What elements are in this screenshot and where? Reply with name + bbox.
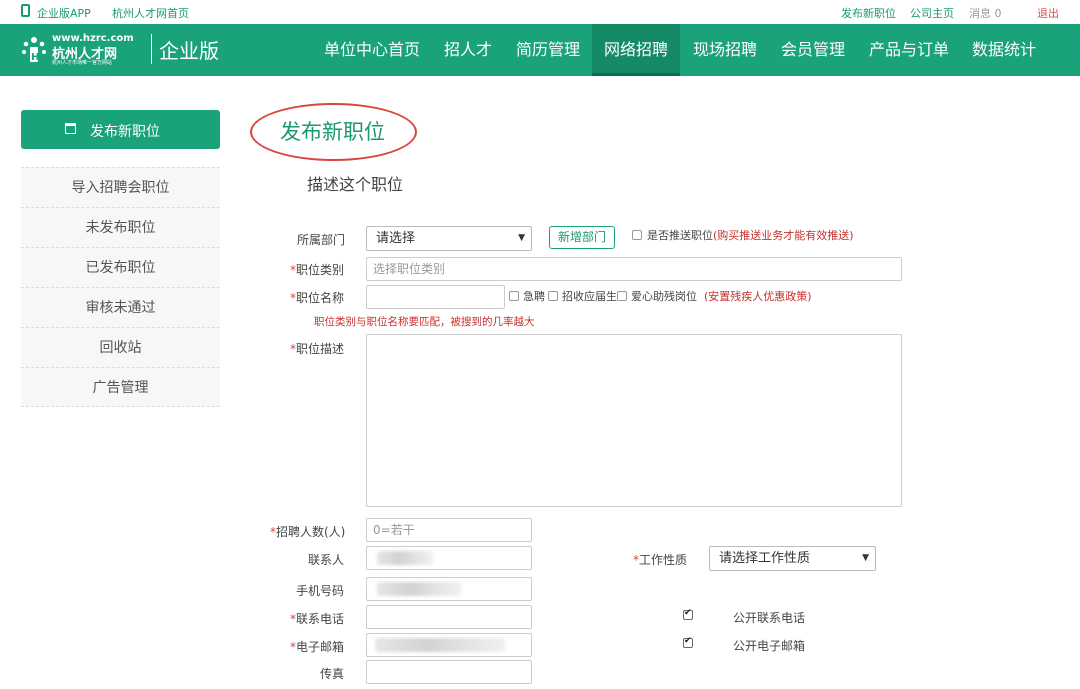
enterprise-app-link[interactable]: 企业版APP	[37, 5, 91, 21]
sidebar-item-unpublished-jobs[interactable]: 未发布职位	[21, 207, 220, 247]
push-job-note: (购买推送业务才能有效推送)	[713, 229, 854, 242]
mobile-input[interactable]	[366, 577, 532, 601]
fresh-grad-label: 招收应届生	[562, 290, 617, 303]
category-input[interactable]: 选择职位类别	[366, 257, 902, 281]
sidebar-post-job-button[interactable]: 发布新职位	[21, 110, 220, 149]
phone-label-text: 联系电话	[296, 612, 345, 626]
add-department-button[interactable]: 新增部门	[549, 226, 615, 249]
headcount-label-text: 招聘人数(人)	[276, 525, 346, 539]
logout-link[interactable]: 退出	[1037, 5, 1059, 21]
department-select-value: 请选择	[376, 231, 416, 246]
fax-input[interactable]	[366, 660, 532, 684]
work-type-label: *工作性质	[633, 551, 687, 568]
disabled-friendly-checkbox[interactable]	[617, 291, 627, 301]
disabled-friendly-label: 爱心助残岗位	[631, 290, 697, 303]
nav-item-unit-home[interactable]: 单位中心首页	[324, 24, 420, 76]
urgent-label: 急聘	[523, 290, 545, 303]
nav-item-products-orders[interactable]: 产品与订单	[869, 24, 949, 76]
redacted-email	[375, 638, 505, 652]
phone-label: *联系电话	[290, 610, 344, 627]
calendar-icon	[65, 123, 76, 134]
header: H www.hzrc.com 杭州人才网 杭州人才市场唯一官方网站 企业版 单位…	[0, 24, 1080, 76]
svg-text:H: H	[31, 52, 39, 63]
sidebar-list: 导入招聘会职位 未发布职位 已发布职位 审核未通过 回收站 广告管理	[21, 167, 220, 407]
public-email-checkbox[interactable]	[683, 636, 693, 648]
push-job-checkbox[interactable]	[632, 230, 642, 240]
redacted-mobile	[377, 582, 461, 596]
contact-label: 联系人	[308, 553, 345, 567]
nav-item-statistics[interactable]: 数据统计	[972, 24, 1036, 76]
phone-input[interactable]	[366, 605, 532, 629]
nav-item-member-management[interactable]: 会员管理	[781, 24, 845, 76]
job-name-label-text: 职位名称	[296, 291, 345, 305]
email-label-text: 电子邮箱	[296, 640, 345, 654]
chevron-down-icon: ▼	[862, 553, 869, 563]
nav-item-online-recruitment[interactable]: 网络招聘	[592, 24, 681, 76]
mobile-label: 手机号码	[296, 584, 345, 598]
email-label: *电子邮箱	[290, 638, 344, 655]
work-type-select-value: 请选择工作性质	[719, 551, 811, 566]
post-job-link[interactable]: 发布新职位	[841, 5, 896, 21]
messages-link[interactable]: 消息 0	[969, 5, 1002, 21]
headcount-label: *招聘人数(人)	[270, 523, 345, 540]
public-phone-checkbox[interactable]	[683, 608, 693, 620]
page-subtitle: 描述这个职位	[307, 175, 404, 194]
contact-input[interactable]	[366, 546, 532, 570]
description-textarea[interactable]	[366, 334, 902, 507]
logo-slogan: 杭州人才市场唯一官方网站	[52, 60, 113, 66]
home-link[interactable]: 杭州人才网首页	[112, 5, 189, 21]
job-name-hint: 职位类别与职位名称要匹配，被搜到的几率越大	[314, 316, 535, 328]
work-type-label-text: 工作性质	[639, 553, 688, 567]
headcount-input[interactable]: 0=若干	[366, 518, 532, 542]
page-title: 发布新职位	[280, 120, 385, 144]
category-label-text: 职位类别	[296, 263, 345, 277]
disabled-friendly-note: (安置残疾人优惠政策)	[704, 290, 812, 303]
job-name-input[interactable]	[366, 285, 505, 309]
public-phone-label: 公开联系电话	[733, 611, 806, 625]
sidebar-primary-label: 发布新职位	[90, 124, 160, 140]
department-select[interactable]: 请选择 ▼	[366, 226, 532, 251]
category-label: *职位类别	[290, 261, 344, 278]
sidebar-item-review-failed[interactable]: 审核未通过	[21, 287, 220, 327]
sidebar-item-recycle-bin[interactable]: 回收站	[21, 327, 220, 367]
fax-label: 传真	[320, 667, 345, 681]
public-email-label: 公开电子邮箱	[733, 639, 806, 653]
nav-item-recruit-talent[interactable]: 招人才	[444, 24, 492, 76]
push-job-label: 是否推送职位	[647, 229, 713, 242]
description-label: *职位描述	[290, 340, 344, 357]
sidebar-item-ad-management[interactable]: 广告管理	[21, 367, 220, 407]
logo-mark-icon: H	[22, 37, 46, 63]
sidebar-item-published-jobs[interactable]: 已发布职位	[21, 247, 220, 287]
edition-label: 企业版	[159, 39, 219, 63]
sidebar-item-import-fair-jobs[interactable]: 导入招聘会职位	[21, 167, 220, 207]
nav-item-onsite-recruitment[interactable]: 现场招聘	[693, 24, 757, 76]
phone-icon	[21, 4, 30, 17]
email-input[interactable]	[366, 633, 532, 657]
redacted-contact	[377, 551, 433, 565]
logo-divider	[151, 34, 152, 64]
urgent-checkbox[interactable]	[509, 291, 519, 301]
top-bar: 企业版APP 杭州人才网首页 发布新职位 公司主页 消息 0 退出	[0, 0, 1080, 24]
department-label: 所属部门	[297, 233, 346, 247]
nav-item-resume-management[interactable]: 简历管理	[516, 24, 580, 76]
description-label-text: 职位描述	[296, 342, 345, 356]
job-name-label: *职位名称	[290, 289, 344, 306]
chevron-down-icon: ▼	[518, 233, 525, 243]
work-type-select[interactable]: 请选择工作性质 ▼	[709, 546, 876, 571]
fresh-grad-checkbox[interactable]	[548, 291, 558, 301]
company-home-link[interactable]: 公司主页	[910, 5, 954, 21]
